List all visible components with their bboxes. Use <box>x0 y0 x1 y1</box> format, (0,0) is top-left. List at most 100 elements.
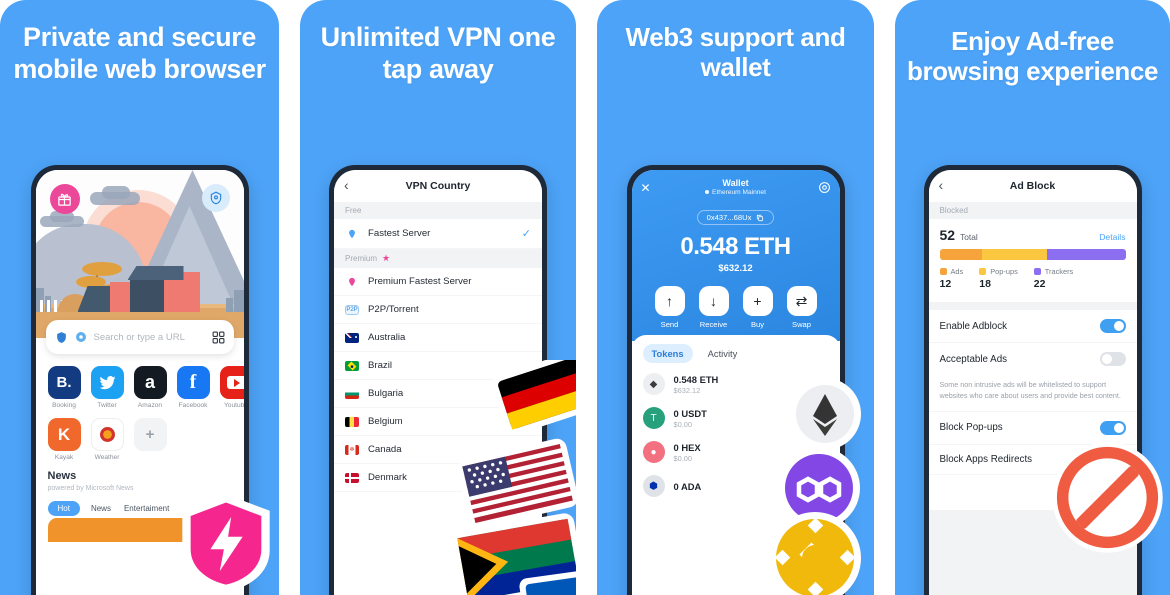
gear-icon[interactable] <box>818 181 831 199</box>
setting-enable-adblock[interactable]: Enable Adblock <box>928 310 1137 343</box>
promo-panel-wallet: Web3 support and wallet ✕ Wallet Ethereu… <box>597 0 874 595</box>
action-receive[interactable]: ↓ Receive <box>698 286 729 329</box>
action-send[interactable]: ↑ Send <box>654 286 685 329</box>
flag-br-icon <box>345 360 359 371</box>
tile-booking[interactable]: B. Booking <box>47 366 81 409</box>
location-pin-pink-icon <box>349 277 355 286</box>
token-fiat: $0.00 <box>673 453 693 463</box>
action-label: Receive <box>699 320 728 329</box>
page-title: Ad Block <box>1009 180 1056 192</box>
tile-label: Twitter <box>97 402 117 409</box>
shield-badge-icon[interactable] <box>201 184 230 212</box>
arrow-down-icon: ↓ <box>698 286 729 316</box>
tile-twitter[interactable]: Twitter <box>90 366 124 409</box>
search-bar[interactable]: Search or type a URL <box>45 320 234 354</box>
flag-bg-icon <box>345 388 359 399</box>
blocked-bar-chart <box>939 249 1126 260</box>
promo-panel-browser: Private and secure mobile web browser Se… <box>0 0 279 595</box>
bar-segment-ads <box>939 249 983 260</box>
gift-icon[interactable] <box>49 184 80 214</box>
tree-leaves <box>81 262 122 276</box>
news-chip-hot[interactable]: Hot <box>47 501 80 516</box>
ethereum-icon: ◆ <box>642 373 665 395</box>
country-flags-sticker <box>451 360 576 595</box>
section-label: Premium <box>345 254 378 263</box>
vpn-shield-sticker-icon <box>182 494 270 592</box>
tile-facebook[interactable]: f Facebook <box>176 366 210 409</box>
legend-label: Ads <box>950 267 964 276</box>
back-icon[interactable]: ‹ <box>344 178 349 192</box>
wallet-navbar: ✕ Wallet Ethereum Mainnet <box>632 178 840 204</box>
list-item-label: Bulgaria <box>368 388 404 399</box>
house <box>109 282 132 312</box>
token-amount: 0.548 ETH <box>673 373 719 385</box>
twitter-icon <box>90 366 124 399</box>
youtube-icon <box>219 366 244 399</box>
legend-trackers: Trackers 22 <box>1033 267 1074 290</box>
blocked-legend: Ads 12 Pop-ups 18 Trackers 22 <box>939 267 1126 290</box>
setting-acceptable-ads[interactable]: Acceptable Ads <box>929 343 1137 375</box>
search-input[interactable]: Search or type a URL <box>94 332 205 343</box>
token-amount: 0 ADA <box>673 480 702 492</box>
tab-activity[interactable]: Activity <box>699 344 747 363</box>
section-header-premium: Premium ★ <box>334 249 542 268</box>
tab-tokens[interactable]: Tokens <box>642 344 693 363</box>
cardano-icon: ⬢ <box>642 475 665 497</box>
divider <box>928 302 1137 310</box>
list-item-label: Brazil <box>368 360 392 371</box>
tile-youtube[interactable]: Youtube <box>219 366 244 409</box>
screenshot-stage: Private and secure mobile web browser Se… <box>0 0 1170 595</box>
toggle-block-popups[interactable] <box>1099 420 1126 435</box>
facebook-icon: f <box>176 366 210 399</box>
crypto-coins-sticker <box>769 378 861 595</box>
back-icon[interactable]: ‹ <box>939 178 944 192</box>
toggle-enable-adblock[interactable] <box>1099 319 1126 333</box>
promo-panel-vpn: Unlimited VPN one tap away ‹ VPN Country… <box>300 0 576 595</box>
list-item-label: P2P/Torrent <box>368 304 419 315</box>
swap-arrows-icon: ⇄ <box>786 286 817 316</box>
plus-icon: + <box>742 286 773 316</box>
copy-icon[interactable] <box>756 214 764 222</box>
action-swap[interactable]: ⇄ Swap <box>786 286 817 329</box>
building <box>233 290 244 312</box>
qr-scan-icon[interactable] <box>212 331 225 344</box>
list-item-p2p[interactable]: P2P P2P/Torrent <box>334 296 542 324</box>
legend-ads: Ads 12 <box>939 267 964 290</box>
blocked-stats: 52 Total Details Ads 12 Pop-ups 18 Track… <box>929 219 1137 294</box>
wallet-header-area: ✕ Wallet Ethereum Mainnet 0x437...68Ux 0… <box>631 170 840 341</box>
news-chip-entertainment[interactable]: Entertaiment <box>122 501 171 516</box>
list-item-label: Belgium <box>368 416 403 427</box>
list-item-fastest-server[interactable]: Fastest Server ✓ <box>334 219 542 249</box>
news-chip-news[interactable]: News <box>89 501 113 516</box>
vpn-navbar: ‹ VPN Country <box>334 170 542 202</box>
list-item-australia[interactable]: Australia <box>334 324 542 352</box>
toggle-acceptable-ads[interactable] <box>1099 352 1126 366</box>
legend-label: Trackers <box>1044 267 1074 276</box>
tile-add[interactable]: + <box>133 418 167 461</box>
list-item-premium-fastest[interactable]: Premium Fastest Server <box>334 268 542 296</box>
premium-star-icon: ★ <box>382 253 391 263</box>
tile-amazon[interactable]: a Amazon <box>133 366 167 409</box>
wallet-address: 0x437...68Ux <box>706 213 752 222</box>
panel-headline: Unlimited VPN one tap away <box>320 22 556 84</box>
token-amount: 0 USDT <box>673 407 707 419</box>
blocked-total-row: 52 Total Details <box>940 227 1126 243</box>
list-item-label: Australia <box>368 332 406 343</box>
details-link[interactable]: Details <box>1099 232 1125 242</box>
wallet-address-chip[interactable]: 0x437...68Ux <box>696 210 775 225</box>
booking-icon: B. <box>47 366 81 399</box>
action-buy[interactable]: + Buy <box>742 286 773 329</box>
adblock-navbar: ‹ Ad Block <box>928 170 1137 202</box>
list-item-label: Canada <box>368 444 402 455</box>
tile-label: Amazon <box>137 402 163 409</box>
legend-value: 12 <box>939 278 952 290</box>
browser-hero-illustration <box>35 170 244 338</box>
list-item-label: Denmark <box>368 472 407 483</box>
tile-label: Youtube <box>224 402 244 409</box>
house-roof <box>127 266 184 280</box>
page-title: Wallet <box>722 178 749 188</box>
legend-popups: Pop-ups 18 <box>979 267 1018 290</box>
setting-label: Enable Adblock <box>939 320 1008 332</box>
tile-weather[interactable]: Weather <box>90 418 124 461</box>
tile-kayak[interactable]: K Kayak <box>47 418 81 461</box>
